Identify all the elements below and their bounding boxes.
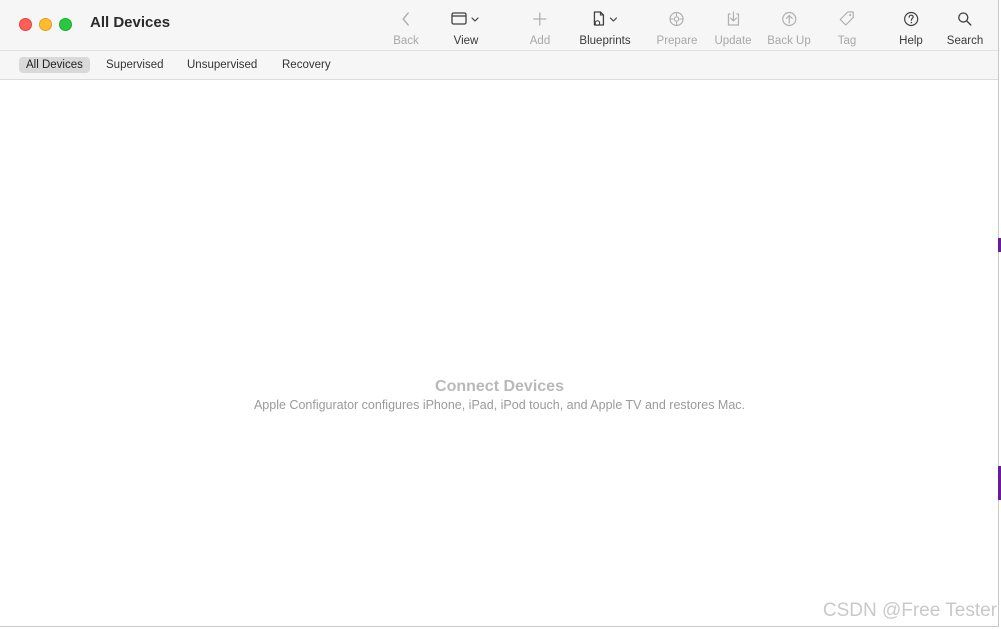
add-button[interactable]: Add — [530, 8, 550, 50]
filter-recovery[interactable]: Recovery — [275, 57, 338, 73]
back-button[interactable]: Back — [393, 8, 419, 50]
window-view-icon — [450, 8, 482, 30]
watermark: CSDN @Free Tester — [822, 600, 997, 621]
blueprint-document-icon — [589, 8, 621, 30]
help-button[interactable]: Help — [899, 8, 923, 50]
backup-label: Back Up — [767, 35, 811, 47]
update-label: Update — [714, 35, 752, 47]
filter-supervised[interactable]: Supervised — [99, 57, 171, 73]
view-label: View — [453, 35, 479, 47]
empty-state-title: Connect Devices — [435, 378, 564, 395]
filter-all-devices[interactable]: All Devices — [19, 57, 90, 73]
search-button[interactable]: Search — [947, 8, 983, 50]
scope-filter-bar: All Devices Supervised Unsupervised Reco… — [0, 51, 998, 80]
title-bar: All Devices Back View Add Blueprints Pre… — [0, 0, 998, 51]
minimize-window-button[interactable] — [39, 18, 52, 31]
blueprints-label: Blueprints — [579, 35, 631, 47]
filter-unsupervised[interactable]: Unsupervised — [180, 57, 264, 73]
zoom-window-button[interactable] — [59, 18, 72, 31]
app-window: All Devices Back View Add Blueprints Pre… — [0, 0, 999, 627]
prepare-button[interactable]: Prepare — [656, 8, 698, 50]
update-download-icon — [724, 8, 742, 30]
back-label: Back — [393, 35, 419, 47]
backup-upload-icon — [780, 8, 798, 30]
search-icon — [956, 8, 974, 30]
search-label: Search — [946, 35, 984, 47]
prepare-gear-icon — [668, 8, 686, 30]
prepare-label: Prepare — [656, 35, 698, 47]
help-label: Help — [899, 35, 923, 47]
window-title: All Devices — [90, 14, 171, 31]
plus-icon — [532, 8, 548, 30]
add-label: Add — [529, 35, 551, 47]
tag-icon — [838, 8, 856, 30]
empty-state-subtitle: Apple Configurator configures iPhone, iP… — [253, 398, 746, 412]
chevron-left-icon — [398, 8, 414, 30]
view-button[interactable]: View — [450, 8, 482, 50]
tag-label: Tag — [837, 35, 857, 47]
backup-button[interactable]: Back Up — [767, 8, 811, 50]
tag-button[interactable]: Tag — [837, 8, 857, 50]
blueprints-button[interactable]: Blueprints — [579, 8, 631, 50]
close-window-button[interactable] — [19, 18, 32, 31]
update-button[interactable]: Update — [714, 8, 752, 50]
help-question-icon — [902, 8, 920, 30]
